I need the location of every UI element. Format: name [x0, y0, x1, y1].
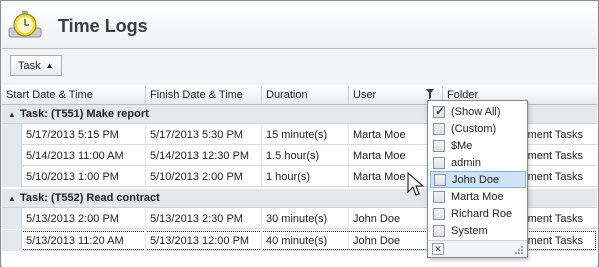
filter-option-label: (Custom) [451, 122, 497, 135]
page-title: Time Logs [58, 16, 148, 36]
filter-option-richard-roe[interactable]: Richard Roe [430, 205, 526, 222]
dropdown-footer: ✕ [428, 240, 527, 257]
cell-finish: 5/13/2013 12:00 PM [146, 230, 262, 251]
group-chip-label: Task [18, 59, 41, 72]
checkbox[interactable] [433, 139, 445, 152]
filter-option-custom[interactable]: (Custom) [430, 120, 526, 137]
collapse-icon[interactable]: ▲ [8, 194, 18, 203]
filter-option-label: admin [451, 156, 481, 169]
cell-finish: 5/17/2013 5:30 PM [146, 124, 262, 145]
column-header-label: Finish Date & Time [150, 89, 243, 101]
cell-start: 5/13/2013 2:00 PM [22, 208, 146, 229]
filter-option-label: Richard Roe [451, 207, 513, 220]
row-indent [2, 124, 22, 145]
checkbox[interactable] [433, 122, 445, 135]
row-indent [2, 145, 22, 166]
cell-duration: 15 minute(s) [262, 124, 349, 145]
cell-duration: 1 hour(s) [262, 166, 349, 187]
sort-ascending-icon: ▲ [45, 61, 54, 70]
filter-option-label: $Me [451, 139, 473, 152]
cell-start: 5/14/2013 11:00 AM [22, 145, 146, 166]
column-header-duration[interactable]: Duration [262, 85, 349, 105]
header: Time Logs [2, 2, 597, 48]
column-header-label: Start Date & Time [6, 89, 93, 101]
filter-option-show-all[interactable]: (Show All) [430, 103, 526, 120]
checkbox[interactable] [433, 156, 445, 169]
filter-option-me[interactable]: $Me [430, 137, 526, 154]
mouse-cursor-icon [407, 172, 425, 196]
cell-duration: 30 minute(s) [262, 208, 349, 229]
checkbox[interactable] [433, 104, 445, 118]
time-logs-window: Time Logs Task ▲ Start Date & Time Finis… [0, 0, 599, 267]
resize-grip-icon[interactable] [514, 245, 524, 255]
column-header-label: User [353, 89, 377, 101]
column-header-label: Duration [266, 89, 308, 101]
cell-finish: 5/13/2013 2:30 PM [146, 208, 262, 229]
close-icon[interactable]: ✕ [432, 243, 444, 255]
cell-finish: 5/14/2013 12:30 PM [146, 145, 262, 166]
clock-icon [8, 11, 42, 38]
cell-duration: 40 minute(s) [262, 230, 349, 251]
filter-option-john-doe[interactable]: John Doe [430, 171, 526, 188]
filter-option-label: John Doe [452, 173, 500, 186]
cell-start: 5/13/2013 11:20 AM [22, 230, 146, 251]
checkbox[interactable] [433, 190, 445, 203]
row-indent [2, 166, 22, 187]
column-header-start[interactable]: Start Date & Time [2, 85, 146, 105]
group-panel: Task ▲ [2, 49, 597, 85]
filter-option-admin[interactable]: admin [430, 154, 526, 171]
filter-option-label: (Show All) [451, 105, 501, 118]
group-label: Task: (T551) Make report [20, 108, 149, 120]
group-label: Task: (T552) Read contract [20, 192, 160, 204]
filter-option-marta-moe[interactable]: Marta Moe [430, 188, 526, 205]
filter-option-label: Marta Moe [451, 190, 504, 203]
column-header-finish[interactable]: Finish Date & Time [146, 85, 262, 105]
checkbox[interactable] [433, 207, 445, 220]
checkbox[interactable] [433, 224, 445, 237]
checkbox[interactable] [434, 173, 446, 186]
cell-duration: 1.5 hour(s) [262, 145, 349, 166]
filter-option-system[interactable]: System [430, 222, 526, 239]
cell-start: 5/10/2013 1:00 PM [22, 166, 146, 187]
row-indent [2, 208, 22, 229]
collapse-icon[interactable]: ▲ [8, 110, 18, 119]
cell-start: 5/17/2013 5:15 PM [22, 124, 146, 145]
user-filter-dropdown: (Show All) (Custom) $Me admin John Doe M… [427, 100, 528, 258]
cell-finish: 5/10/2013 2:00 PM [146, 166, 262, 187]
group-by-task-chip[interactable]: Task ▲ [10, 55, 62, 76]
filter-icon[interactable] [426, 89, 434, 99]
row-indent [2, 230, 22, 251]
filter-option-label: System [451, 224, 488, 237]
